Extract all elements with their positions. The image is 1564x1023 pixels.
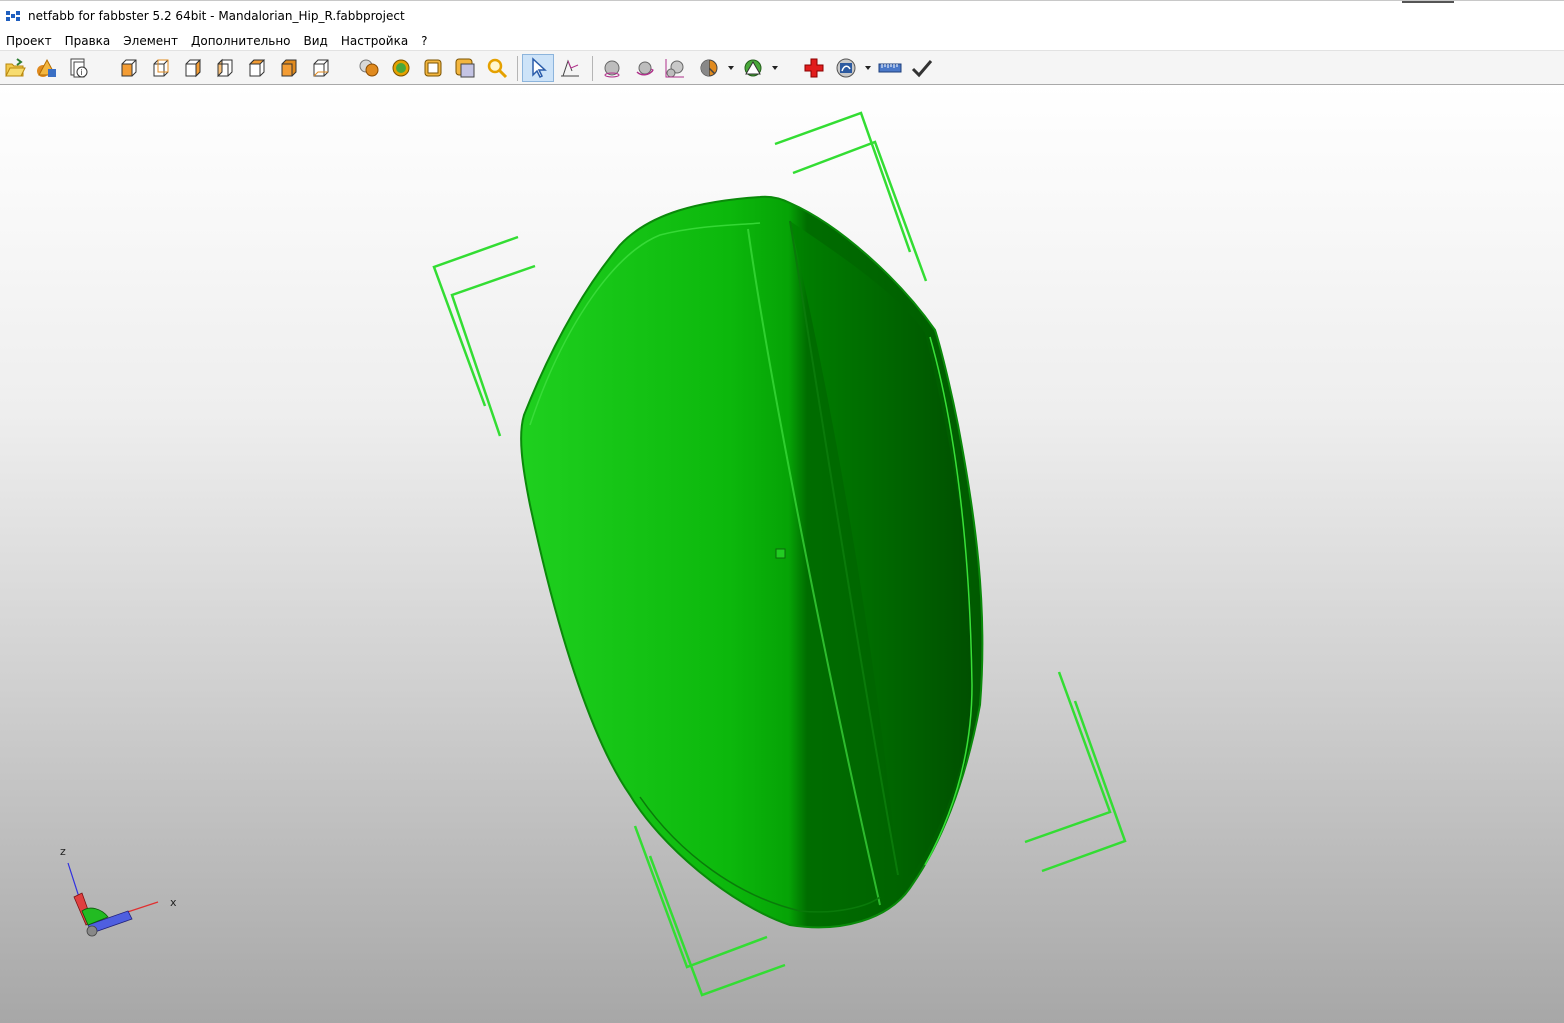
view-iso-icon[interactable]: [308, 56, 332, 80]
cut-dropdown-arrow[interactable]: [772, 66, 778, 70]
analysis-dropdown-icon[interactable]: [834, 56, 858, 80]
view-top-icon[interactable]: [244, 56, 268, 80]
title-accent-line: [1402, 1, 1454, 3]
section-dropdown-arrow[interactable]: [728, 66, 734, 70]
view-left-icon[interactable]: [180, 56, 204, 80]
ruler-icon[interactable]: [878, 56, 902, 80]
sphere-icon[interactable]: [600, 56, 624, 80]
scale-spheres-icon[interactable]: [663, 56, 687, 80]
repair-cross-icon[interactable]: [802, 56, 826, 80]
menu-element[interactable]: Элемент: [117, 34, 185, 48]
zoom-icon[interactable]: [485, 56, 509, 80]
wireframe-view-icon[interactable]: [421, 56, 445, 80]
open-folder-icon[interactable]: [3, 56, 27, 80]
section-dropdown-icon[interactable]: [697, 56, 721, 80]
menu-edit[interactable]: Правка: [59, 34, 118, 48]
menu-extras[interactable]: Дополнительно: [185, 34, 298, 48]
cut-dropdown-icon[interactable]: [741, 56, 765, 80]
window-title: netfabb for fabbster 5.2 64bit - Mandalo…: [28, 9, 405, 23]
view-right-icon[interactable]: [212, 56, 236, 80]
3d-viewport[interactable]: z x: [0, 85, 1564, 1023]
part-center-handle[interactable]: [775, 548, 786, 559]
view-back-icon[interactable]: [148, 56, 172, 80]
toolbar-separator: [517, 56, 518, 81]
menu-settings[interactable]: Настройка: [335, 34, 415, 48]
z-axis-label: z: [60, 845, 66, 858]
menu-project[interactable]: Проект: [0, 34, 59, 48]
netfabb-app-icon: [6, 11, 22, 21]
axis-gizmo: z x: [60, 845, 177, 937]
toolbar-separator: [592, 56, 593, 81]
select-pointer-icon[interactable]: [522, 54, 554, 82]
view-bottom-icon[interactable]: [276, 56, 300, 80]
rotate-sphere-icon[interactable]: [633, 56, 657, 80]
color-view-icon[interactable]: [389, 56, 413, 80]
part-info-icon[interactable]: i: [67, 56, 91, 80]
mandalorian-hip-part[interactable]: [520, 195, 984, 929]
measure-triangle-icon[interactable]: [558, 56, 582, 80]
main-toolbar: i: [0, 50, 1564, 85]
title-bar: netfabb for fabbster 5.2 64bit - Mandalo…: [0, 0, 1564, 31]
scene-canvas: z x: [60, 111, 1127, 997]
shaded-view-icon[interactable]: [357, 56, 381, 80]
svg-text:i: i: [80, 68, 82, 77]
menu-bar: Проект Правка Элемент Дополнительно Вид …: [0, 31, 1564, 50]
add-part-icon[interactable]: [35, 56, 59, 80]
transparent-view-icon[interactable]: [453, 56, 477, 80]
x-axis-label: x: [170, 896, 177, 909]
apply-check-icon[interactable]: [910, 56, 934, 80]
view-front-icon[interactable]: [116, 56, 140, 80]
menu-help[interactable]: ?: [415, 34, 434, 48]
analysis-dropdown-arrow[interactable]: [865, 66, 871, 70]
menu-view[interactable]: Вид: [298, 34, 335, 48]
